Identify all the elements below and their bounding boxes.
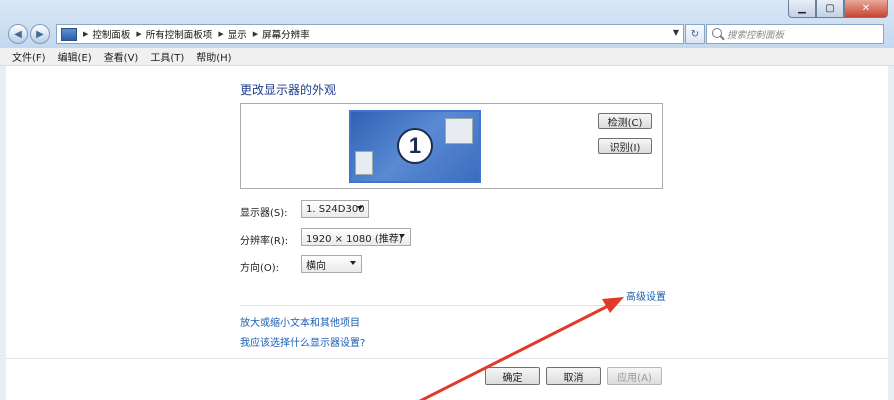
breadcrumb-item[interactable]: 屏幕分辨率 (262, 27, 310, 41)
orientation-label: 方向(O): (240, 263, 280, 274)
minimize-button[interactable]: ▁ (788, 0, 816, 18)
minimize-icon: ▁ (798, 3, 806, 14)
search-icon (712, 28, 722, 38)
window-chrome: ▁ ▢ ✕ ◀ ▶ ▶ 控制面板 ▶ 所有控制面板项 ▶ 显示 ▶ 屏幕分辨率 … (0, 0, 894, 49)
breadcrumb-item[interactable]: 显示 (228, 27, 247, 41)
menu-edit[interactable]: 编辑(E) (58, 49, 92, 64)
chevron-right-icon: ▶ (218, 30, 224, 38)
identify-button[interactable]: 识别(I) (598, 138, 652, 154)
display-value: 1. S24D300 (306, 203, 365, 215)
refresh-button[interactable]: ↻ (685, 24, 705, 44)
window-thumbnail (445, 118, 473, 144)
menu-bar: 文件(F) 编辑(E) 查看(V) 工具(T) 帮助(H) (0, 48, 894, 66)
ok-button[interactable]: 确定 (485, 367, 540, 385)
monitor-number: 1 (397, 128, 433, 164)
chevron-right-icon: ▶ (252, 30, 259, 38)
breadcrumb-item[interactable]: 所有控制面板项 (146, 27, 213, 41)
chevron-right-icon: ▶ (83, 30, 89, 38)
resolution-label: 分辨率(R): (240, 236, 289, 247)
display-select[interactable]: 1. S24D300 (301, 200, 369, 218)
close-button[interactable]: ✕ (844, 0, 888, 18)
page-title: 更改显示器的外观 (240, 83, 337, 97)
apply-button[interactable]: 应用(A) (607, 367, 662, 385)
window-controls: ▁ ▢ ✕ (788, 0, 888, 18)
address-bar[interactable]: ▶ 控制面板 ▶ 所有控制面板项 ▶ 显示 ▶ 屏幕分辨率 ▼ (56, 24, 684, 44)
chevron-down-icon[interactable]: ▼ (673, 28, 679, 37)
chevron-down-icon (350, 261, 356, 265)
close-icon: ✕ (861, 3, 871, 14)
refresh-icon: ↻ (690, 28, 700, 40)
which-settings-link[interactable]: 我应该选择什么显示器设置? (240, 334, 365, 349)
control-panel-icon (61, 27, 77, 41)
forward-button[interactable]: ▶ (30, 24, 50, 44)
chevron-down-icon (357, 206, 363, 210)
resolution-value: 1920 × 1080 (推荐) (306, 233, 403, 245)
monitor-1-tile[interactable]: 1 (349, 110, 481, 183)
search-input[interactable]: 搜索控制面板 (706, 24, 884, 44)
resolution-select[interactable]: 1920 × 1080 (推荐) (301, 228, 411, 246)
chevron-right-icon: ▶ (136, 30, 142, 38)
menu-help[interactable]: 帮助(H) (196, 49, 231, 64)
display-label: 显示器(S): (240, 208, 288, 219)
menu-tools[interactable]: 工具(T) (150, 49, 184, 64)
menu-file[interactable]: 文件(F) (12, 49, 46, 64)
detect-button[interactable]: 检测(C) (598, 113, 652, 129)
back-button[interactable]: ◀ (8, 24, 28, 44)
menu-view[interactable]: 查看(V) (104, 49, 139, 64)
search-placeholder: 搜索控制面板 (727, 30, 785, 41)
chevron-down-icon (399, 234, 405, 238)
forward-arrow-icon: ▶ (36, 28, 44, 40)
orientation-select[interactable]: 横向 (301, 255, 362, 273)
divider (240, 305, 661, 306)
back-arrow-icon: ◀ (14, 28, 22, 40)
breadcrumb-item[interactable]: 控制面板 (92, 27, 130, 41)
maximize-button[interactable]: ▢ (816, 0, 844, 18)
text-size-link[interactable]: 放大或缩小文本和其他项目 (240, 314, 360, 329)
divider (6, 358, 888, 359)
orientation-value: 横向 (306, 260, 326, 272)
advanced-settings-link[interactable]: 高级设置 (626, 288, 666, 303)
maximize-icon: ▢ (825, 3, 835, 14)
cancel-button[interactable]: 取消 (546, 367, 601, 385)
window-thumbnail (355, 151, 373, 175)
